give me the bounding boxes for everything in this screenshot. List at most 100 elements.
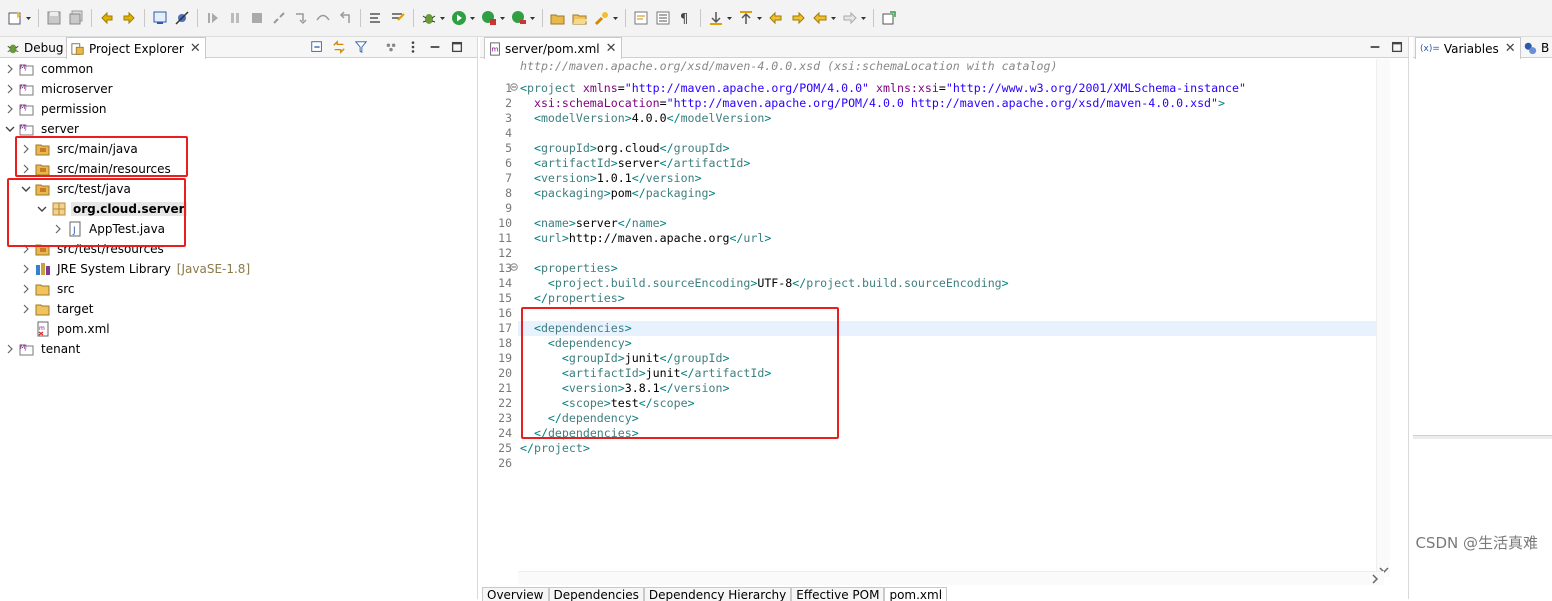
step-over-icon[interactable]: [315, 10, 331, 26]
close-icon[interactable]: ✕: [190, 41, 201, 56]
tree-item[interactable]: J AppTest.java: [52, 219, 167, 239]
back-icon[interactable]: [812, 10, 828, 26]
chevron-down-icon[interactable]: [612, 10, 619, 26]
project-explorer-view: Debug Project Explorer ✕ M J common M J micro…: [0, 37, 478, 599]
tree-item[interactable]: src/main/resources: [20, 159, 173, 179]
line-number: 11: [498, 231, 512, 245]
tree-item[interactable]: M J microserver: [4, 79, 115, 99]
minimize-icon[interactable]: [427, 39, 443, 55]
undo-icon[interactable]: [99, 10, 115, 26]
chevron-right-icon[interactable]: [4, 343, 16, 355]
tree-item[interactable]: M J tenant: [4, 339, 82, 359]
chevron-down-icon[interactable]: [25, 10, 32, 26]
tab-project-explorer[interactable]: Project Explorer ✕: [66, 37, 206, 59]
minimize-icon[interactable]: [1367, 39, 1383, 55]
xml-source-editor[interactable]: http://maven.apache.org/xsd/maven-4.0.0.…: [480, 59, 1385, 577]
chevron-down-icon[interactable]: [756, 10, 763, 26]
new-wizard-icon[interactable]: [7, 10, 23, 26]
chevron-right-icon[interactable]: [20, 143, 32, 155]
external-tools-icon[interactable]: [511, 10, 527, 26]
save-all-icon[interactable]: [68, 10, 84, 26]
suspend-icon[interactable]: [227, 10, 243, 26]
fold-collapse-icon[interactable]: [510, 83, 518, 94]
tree-item[interactable]: target: [20, 299, 96, 319]
disconnect-icon[interactable]: [271, 10, 287, 26]
chevron-right-icon[interactable]: [20, 243, 32, 255]
tab-breakpoints[interactable]: B: [1519, 37, 1552, 58]
redo-icon[interactable]: [121, 10, 137, 26]
toggle-word-wrap-icon[interactable]: [633, 10, 649, 26]
toggle-block-selection-icon[interactable]: [390, 10, 406, 26]
save-icon[interactable]: [46, 10, 62, 26]
tab-variables[interactable]: (x)= Variables ✕: [1415, 37, 1521, 59]
chevron-down-icon[interactable]: [4, 123, 16, 135]
focus-icon[interactable]: [383, 39, 399, 55]
debug-icon[interactable]: [421, 10, 437, 26]
vertical-scrollbar[interactable]: [1376, 59, 1390, 577]
coverage-icon[interactable]: [481, 10, 497, 26]
toolbar-separator: [625, 9, 626, 27]
tree-item[interactable]: src: [20, 279, 77, 299]
show-whitespace-icon[interactable]: [655, 10, 671, 26]
chevron-down-icon[interactable]: [726, 10, 733, 26]
close-icon[interactable]: ✕: [1505, 41, 1516, 56]
chevron-right-icon[interactable]: [52, 223, 64, 235]
previous-annotation-icon[interactable]: [738, 10, 754, 26]
chevron-down-icon[interactable]: [439, 10, 446, 26]
chevron-right-icon[interactable]: [20, 303, 32, 315]
chevron-down-icon[interactable]: [830, 10, 837, 26]
maximize-icon[interactable]: [449, 39, 465, 55]
open-folder-icon[interactable]: [572, 10, 588, 26]
chevron-right-icon[interactable]: [20, 283, 32, 295]
step-return-icon[interactable]: [337, 10, 353, 26]
console-icon[interactable]: [152, 10, 168, 26]
view-menu-icon[interactable]: [405, 39, 421, 55]
code-line: <project xmlns="http://maven.apache.org/…: [520, 81, 1246, 95]
chevron-right-icon[interactable]: [20, 163, 32, 175]
open-type-icon[interactable]: [550, 10, 566, 26]
tab-debug[interactable]: Debug: [2, 37, 67, 58]
horizontal-scrollbar[interactable]: [518, 571, 1384, 585]
chevron-down-icon[interactable]: [20, 183, 32, 195]
fold-collapse-icon[interactable]: [510, 263, 518, 274]
tab-pom-xml[interactable]: m server/pom.xml ✕: [484, 37, 622, 59]
tree-item[interactable]: M J common: [4, 59, 95, 79]
link-with-editor-icon[interactable]: [331, 39, 347, 55]
tree-item[interactable]: src/test/java: [20, 179, 133, 199]
last-edit-location-icon[interactable]: [768, 10, 784, 26]
chevron-right-icon[interactable]: [4, 103, 16, 115]
tree-item[interactable]: m pom.xml: [20, 319, 112, 339]
tree-item[interactable]: JRE System Library [JavaSE-1.8]: [20, 259, 250, 279]
toggle-mark-occurrences-icon[interactable]: [368, 10, 384, 26]
chevron-down-icon[interactable]: [469, 10, 476, 26]
collapse-all-icon[interactable]: [309, 39, 325, 55]
next-annotation-icon[interactable]: [708, 10, 724, 26]
tree-item[interactable]: M J server: [4, 119, 81, 139]
tree-item[interactable]: org.cloud.server: [36, 199, 187, 219]
forward-icon[interactable]: [842, 10, 858, 26]
tree-item[interactable]: src/test/resources: [20, 239, 166, 259]
chevron-right-icon[interactable]: [4, 63, 16, 75]
skip-breakpoints-icon[interactable]: [174, 10, 190, 26]
tree-item-label: AppTest.java: [89, 222, 166, 236]
search-icon[interactable]: [594, 10, 610, 26]
step-into-icon[interactable]: [293, 10, 309, 26]
chevron-down-icon[interactable]: [860, 10, 867, 26]
view-sash[interactable]: [1413, 435, 1552, 439]
pilcrow-icon[interactable]: ¶: [677, 10, 693, 26]
chevron-right-icon[interactable]: [20, 263, 32, 275]
pin-editor-icon[interactable]: [881, 10, 897, 26]
tree-item[interactable]: src/main/java: [20, 139, 140, 159]
maximize-icon[interactable]: [1389, 39, 1405, 55]
chevron-right-icon[interactable]: [4, 83, 16, 95]
resume-icon[interactable]: [205, 10, 221, 26]
filter-icon[interactable]: [353, 39, 369, 55]
forward-history-icon[interactable]: [790, 10, 806, 26]
chevron-down-icon[interactable]: [529, 10, 536, 26]
chevron-down-icon[interactable]: [36, 203, 48, 215]
chevron-down-icon[interactable]: [499, 10, 506, 26]
close-icon[interactable]: ✕: [606, 41, 617, 56]
tree-item[interactable]: M J permission: [4, 99, 109, 119]
terminate-icon[interactable]: [249, 10, 265, 26]
run-icon[interactable]: [451, 10, 467, 26]
